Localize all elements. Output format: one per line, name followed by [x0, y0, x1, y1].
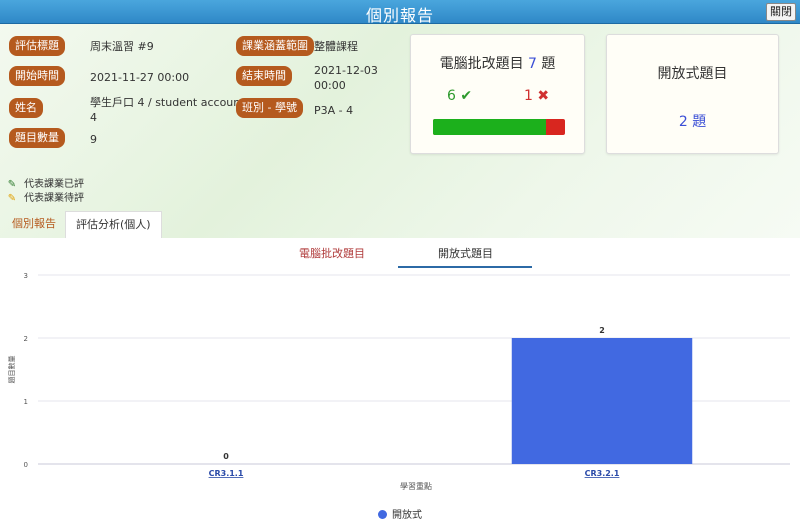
bar: [511, 338, 693, 464]
class-number-label: 班別 - 學號: [236, 98, 303, 118]
start-time-value: 2021-11-27 00:00: [90, 71, 190, 84]
subtab-open-ended[interactable]: 開放式題目: [438, 245, 493, 261]
chart-legend: 開放式: [378, 506, 422, 521]
cross-icon: ✖: [537, 88, 550, 104]
student-name-value: 學生戶口 4 / student account 4: [90, 95, 245, 125]
bar-value-label: 0: [223, 452, 229, 461]
wrong-count: 1 ✖: [524, 88, 549, 104]
legend-graded: ✎ 代表課業已評: [6, 175, 84, 190]
question-count-value: 9: [90, 133, 97, 146]
tab-assessment-analysis[interactable]: 評估分析(個人): [65, 211, 162, 238]
student-name-line2: 4: [90, 111, 97, 124]
check-icon: ✔: [460, 88, 473, 104]
x-tick-label: CR3.2.1: [585, 469, 620, 478]
legend-dot-icon: [378, 510, 387, 519]
bar-value-label: 2: [599, 326, 605, 335]
auto-graded-card: 電腦批改題目 7 題 6 ✔ 1 ✖: [410, 34, 585, 154]
window-title: 個別報告: [365, 6, 434, 25]
subtab-auto-graded[interactable]: 電腦批改題目: [299, 245, 365, 261]
subtabs-bar: 電腦批改題目 開放式題目: [0, 238, 800, 268]
end-time-label: 結束時間: [236, 66, 292, 86]
open-ended-count-unit: 題: [692, 114, 707, 130]
open-ended-count-value: 2: [678, 114, 688, 130]
window-titlebar: 個別報告 關閉: [0, 0, 800, 25]
correct-count-value: 6: [447, 88, 456, 104]
end-time-hour: 00:00: [314, 79, 346, 92]
auto-graded-count: 7: [528, 56, 537, 72]
legend-series-name: 開放式: [392, 510, 422, 521]
student-name-line1: 學生戶口 4 / student account: [90, 96, 245, 109]
auto-graded-title: 電腦批改題目 7 題: [411, 53, 584, 73]
y-tick-label: 1: [24, 398, 28, 406]
open-ended-count: 2 題: [607, 111, 778, 131]
y-axis-label: 題目數量: [7, 356, 16, 384]
y-tick-label: 0: [24, 461, 28, 469]
student-name-label: 姓名: [9, 98, 43, 118]
close-button[interactable]: 關閉: [766, 3, 796, 21]
open-ended-title: 開放式題目: [657, 66, 728, 82]
class-number-value: P3A - 4: [314, 104, 354, 117]
wrong-count-value: 1: [524, 88, 533, 104]
correct-count: 6 ✔: [447, 88, 472, 104]
question-count-label: 題目數量: [9, 128, 65, 148]
scope-value: 整體課程: [314, 40, 358, 53]
edit-icon-pending: ✎: [7, 193, 17, 204]
assessment-title-value: 周末溫習 #9: [90, 40, 154, 53]
tab-individual-report[interactable]: 個別報告: [2, 211, 66, 238]
legend-pending-text: 代表課業待評: [24, 193, 84, 204]
auto-graded-unit: 題: [541, 56, 556, 72]
end-time-date: 2021-12-03: [314, 64, 378, 77]
start-time-label: 開始時間: [9, 66, 65, 86]
scope-label: 課業涵蓋範圍: [236, 36, 314, 56]
x-tick-label: CR3.1.1: [209, 469, 244, 478]
y-tick-label: 2: [24, 335, 28, 343]
learning-point-bar-chart: 0 1 2 3 題目數量 0 CR3.1.1 2 CR3.2.1 學習重點: [7, 272, 790, 491]
legend-pending: ✎ 代表課業待評: [6, 189, 84, 204]
x-axis-label: 學習重點: [400, 481, 432, 491]
report-header: 評估標題 周末溫習 #9 課業涵蓋範圍 整體課程 開始時間 2021-11-27…: [0, 24, 800, 238]
correct-progress-bar: [433, 119, 565, 135]
auto-graded-title-text: 電腦批改題目: [439, 56, 524, 72]
y-tick-label: 3: [24, 272, 28, 280]
end-time-value: 2021-12-03 00:00: [314, 63, 378, 93]
correct-progress-fill: [433, 119, 547, 135]
open-ended-card: 開放式題目 2 題: [606, 34, 779, 154]
assessment-title-label: 評估標題: [9, 36, 65, 56]
